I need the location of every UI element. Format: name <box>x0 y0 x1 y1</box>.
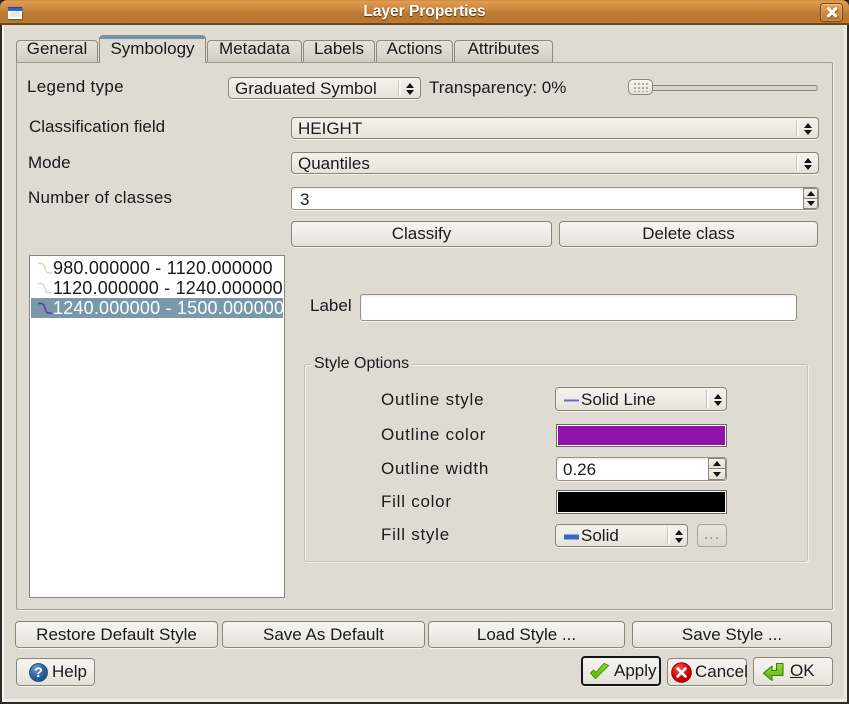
svg-text:?: ? <box>34 664 43 680</box>
